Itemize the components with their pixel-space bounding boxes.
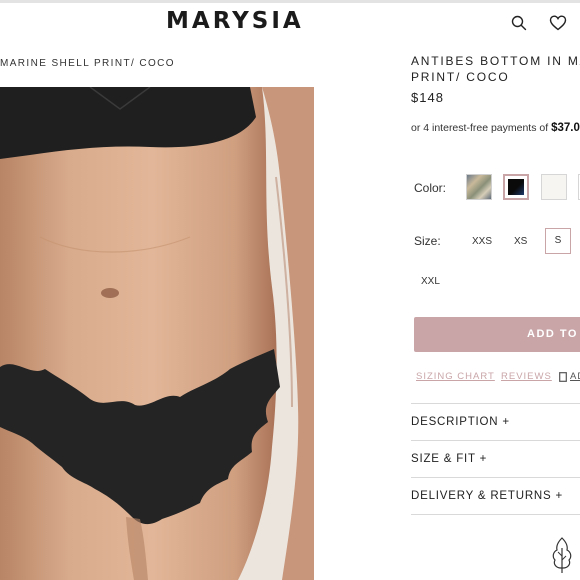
description-toggle[interactable]: DESCRIPTION +: [411, 416, 510, 428]
breadcrumb[interactable]: MARINE SHELL PRINT/ COCO: [0, 58, 175, 69]
installments-amount: $37.00: [551, 122, 580, 134]
note-icon[interactable]: [559, 372, 567, 382]
size-fit-toggle[interactable]: SIZE & FIT +: [411, 453, 487, 465]
search-icon[interactable]: [510, 14, 528, 32]
size-option-xxl[interactable]: XXL: [421, 276, 440, 287]
product-title-line2: PRINT/ COCO: [411, 70, 510, 84]
divider: [411, 477, 580, 478]
size-option-xs[interactable]: XS: [514, 236, 527, 247]
divider: [411, 440, 580, 441]
color-label: Color:: [414, 181, 447, 195]
swatch-fill: [508, 179, 524, 195]
size-option-s-selected[interactable]: S: [545, 228, 571, 254]
brand-logo[interactable]: MARYSIA: [166, 8, 304, 34]
top-border: [0, 0, 580, 3]
size-option-xxs[interactable]: XXS: [472, 236, 492, 247]
product-image: [0, 87, 314, 580]
installments-text: or 4 interest-free payments of: [411, 122, 552, 134]
divider: [411, 514, 580, 515]
installments-note: or 4 interest-free payments of $37.00: [411, 122, 580, 134]
extra-link[interactable]: AD: [570, 371, 580, 382]
add-to-bag-button[interactable]: ADD TO B: [414, 317, 580, 352]
tree-icon[interactable]: [549, 536, 575, 574]
reviews-link[interactable]: REVIEWS: [501, 371, 552, 382]
product-title-line1: ANTIBES BOTTOM IN MA: [411, 54, 580, 68]
swatch-coco-selected[interactable]: [503, 174, 529, 200]
heart-icon[interactable]: [549, 14, 567, 32]
sizing-chart-link[interactable]: SIZING CHART: [416, 371, 495, 382]
swatch-marine-shell-print[interactable]: [466, 174, 492, 200]
product-price: $148: [411, 90, 444, 105]
delivery-returns-toggle[interactable]: DELIVERY & RETURNS +: [411, 490, 563, 502]
divider: [411, 403, 580, 404]
size-label: Size:: [414, 234, 441, 248]
product-title: ANTIBES BOTTOM IN MA PRINT/ COCO: [411, 53, 580, 85]
swatch-white[interactable]: [541, 174, 567, 200]
